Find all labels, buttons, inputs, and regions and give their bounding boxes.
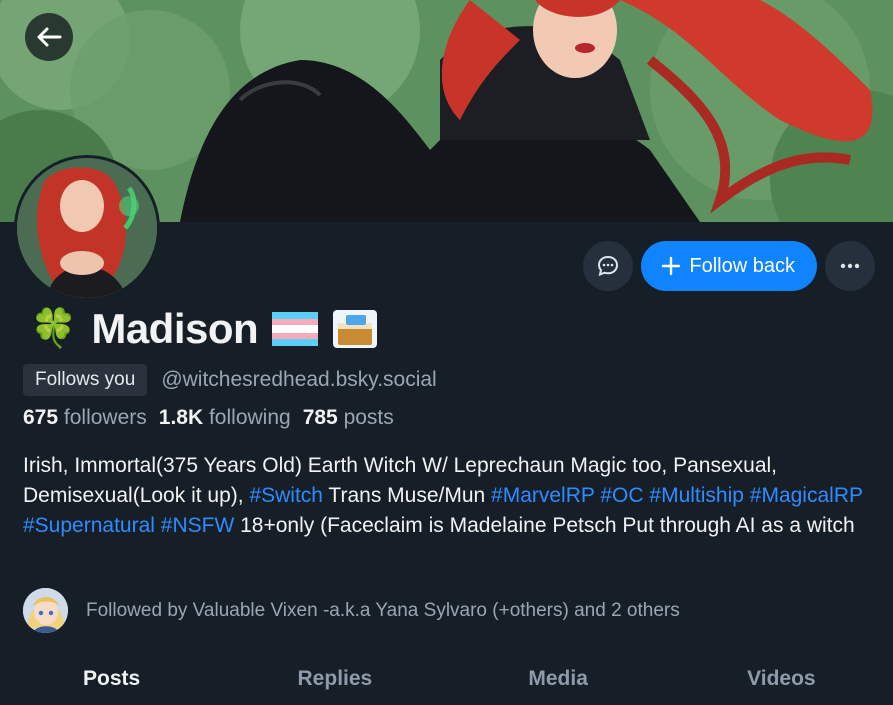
tab-posts[interactable]: Posts <box>0 655 223 705</box>
avatar[interactable] <box>14 155 160 301</box>
follow-back-label: Follow back <box>689 254 795 277</box>
hashtag-link[interactable]: #NSFW <box>161 514 235 537</box>
plus-icon <box>662 256 681 276</box>
known-followers[interactable]: Followed by Valuable Vixen -a.k.a Yana S… <box>23 588 680 633</box>
posts-label: posts <box>343 406 394 429</box>
bio-segment: 18+only (Faceclaim is Madelaine Petsch P… <box>234 514 855 537</box>
known-follower-avatar <box>23 588 68 633</box>
tab-replies[interactable]: Replies <box>223 655 446 705</box>
transgender-flag-icon <box>272 312 319 346</box>
profile-name-row: 🍀 Madison <box>30 305 378 353</box>
posts-count: 785 <box>302 406 338 429</box>
pint-glass-icon <box>333 310 378 348</box>
tab-videos[interactable]: Videos <box>670 655 893 705</box>
hashtag-link[interactable]: #MarvelRP <box>491 484 594 507</box>
hashtag-link[interactable]: #Switch <box>249 484 323 507</box>
avatar-image <box>17 158 157 298</box>
following-stat[interactable]: 1.8K following <box>159 406 291 430</box>
following-count: 1.8K <box>158 406 204 429</box>
message-icon <box>598 255 619 277</box>
follow-back-button[interactable]: Follow back <box>641 241 817 291</box>
followers-stat[interactable]: 675 followers <box>23 406 147 430</box>
display-name: Madison <box>91 305 259 352</box>
profile-tabs: Posts Replies Media Videos <box>0 655 893 705</box>
handle: @witchesredhead.bsky.social <box>161 368 437 391</box>
shamrock-emoji: 🍀 <box>30 308 78 350</box>
hashtag-link[interactable]: #Multiship <box>649 484 744 507</box>
tab-media[interactable]: Media <box>447 655 670 705</box>
followed-by-text: Followed by Valuable Vixen -a.k.a Yana S… <box>86 599 680 621</box>
arrow-left-icon <box>37 27 62 47</box>
following-label: following <box>208 406 291 429</box>
back-button[interactable] <box>25 13 73 61</box>
profile-bio: Irish, Immortal(375 Years Old) Earth Wit… <box>23 451 873 541</box>
followers-label: followers <box>63 406 147 429</box>
more-icon <box>840 263 860 269</box>
hashtag-link[interactable]: #MagicalRP <box>750 484 863 507</box>
profile-actions: Follow back <box>583 241 875 291</box>
follows-you-badge: Follows you <box>23 364 148 396</box>
hashtag-link[interactable]: #OC <box>600 484 643 507</box>
message-button[interactable] <box>583 241 634 291</box>
more-options-button[interactable] <box>825 241 875 291</box>
hashtag-link[interactable]: #Supernatural <box>23 514 155 537</box>
handle-row: Follows you @witchesredhead.bsky.social <box>23 364 437 396</box>
profile-stats: 675 followers 1.8K following 785 posts <box>23 406 394 430</box>
posts-stat: 785 posts <box>303 406 394 430</box>
bio-segment: Trans Muse/Mun <box>322 484 492 507</box>
known-follower-avatar-image <box>23 588 68 633</box>
followers-count: 675 <box>23 406 59 429</box>
